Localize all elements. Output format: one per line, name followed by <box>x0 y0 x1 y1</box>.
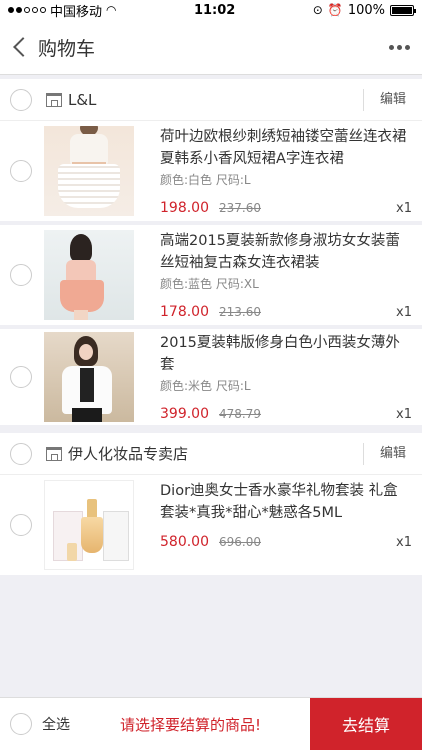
store-edit-button[interactable]: 编辑 <box>362 88 422 111</box>
store-edit-button[interactable]: 编辑 <box>362 442 422 465</box>
alarm-icon: ⏰ <box>327 3 343 17</box>
product-original-price: 237.60 <box>219 201 261 215</box>
product-title[interactable]: 高端2015夏装新款修身淑坊女女装蕾丝短袖复古森女连衣裙装 <box>160 230 412 274</box>
battery-percent: 100% <box>347 2 385 18</box>
item-select-radio[interactable] <box>10 514 32 536</box>
page-title: 购物车 <box>38 37 96 60</box>
store-select-radio[interactable] <box>10 88 32 111</box>
product-image[interactable] <box>44 126 134 216</box>
product-image[interactable] <box>44 332 134 422</box>
product-image[interactable] <box>44 480 134 570</box>
checkout-bar: 全选 请选择要结算的商品! 去结算 <box>0 697 422 750</box>
nav-bar: 购物车 <box>0 20 422 75</box>
store-select-radio[interactable] <box>10 442 32 465</box>
orientation-lock-icon: ⊙ <box>312 3 323 17</box>
checkout-button[interactable]: 去结算 <box>310 698 422 750</box>
more-icon[interactable] <box>389 44 410 50</box>
item-select-radio[interactable] <box>10 160 32 182</box>
product-original-price: 696.00 <box>219 535 261 549</box>
product-price: 178.00 <box>160 304 209 320</box>
product-title[interactable]: 2015夏装韩版修身白色小西装女薄外套 <box>160 332 412 376</box>
status-time: 11:02 <box>193 2 236 18</box>
product-spec: 颜色:米色 尺码:L <box>160 379 251 393</box>
cart-item[interactable]: 2015夏装韩版修身白色小西装女薄外套 颜色:米色 尺码:L 399.00 47… <box>0 329 422 433</box>
back-icon[interactable] <box>13 37 33 57</box>
battery-icon <box>389 4 416 16</box>
store-icon <box>46 92 62 107</box>
product-spec: 颜色:蓝色 尺码:XL <box>160 277 259 291</box>
product-title[interactable]: Dior迪奥女士香水豪华礼物套装 礼盒套装*真我*甜心*魅惑各5ML <box>160 480 412 524</box>
product-original-price: 213.60 <box>219 305 261 319</box>
product-price: 580.00 <box>160 534 209 550</box>
store-icon <box>46 446 62 461</box>
store-header: 伊人化妆品专卖店 编辑 <box>0 433 422 475</box>
carrier-label: 中国移动 <box>50 4 103 20</box>
wifi-icon: ◠ <box>106 3 117 17</box>
product-quantity: x1 <box>396 201 412 216</box>
store-name: L&L <box>68 90 97 109</box>
product-price: 399.00 <box>160 406 209 422</box>
product-original-price: 478.79 <box>219 407 261 421</box>
store-name: 伊人化妆品专卖店 <box>68 445 189 463</box>
cart-item[interactable]: Dior迪奥女士香水豪华礼物套装 礼盒套装*真我*甜心*魅惑各5ML 580.0… <box>0 475 422 579</box>
status-bar: 中国移动 ◠ 11:02 ⊙ ⏰ 100% <box>0 0 422 20</box>
cart-item[interactable]: 高端2015夏装新款修身淑坊女女装蕾丝短袖复古森女连衣裙装 颜色:蓝色 尺码:X… <box>0 225 422 329</box>
checkout-message: 请选择要结算的商品! <box>120 715 262 734</box>
select-all-radio[interactable] <box>10 713 32 735</box>
product-quantity: x1 <box>396 407 412 422</box>
item-select-radio[interactable] <box>10 366 32 388</box>
product-spec: 颜色:白色 尺码:L <box>160 173 251 187</box>
product-quantity: x1 <box>396 535 412 550</box>
product-quantity: x1 <box>396 305 412 320</box>
item-select-radio[interactable] <box>10 264 32 286</box>
select-all-label: 全选 <box>42 717 70 733</box>
product-image[interactable] <box>44 230 134 320</box>
product-title[interactable]: 荷叶边欧根纱刺绣短袖镂空蕾丝连衣裙 夏韩系小香风短裙A字连衣裙 <box>160 126 412 170</box>
store-header: L&L 编辑 <box>0 79 422 121</box>
signal-icon <box>8 7 46 13</box>
select-all-control[interactable]: 全选 <box>0 713 70 735</box>
product-price: 198.00 <box>160 200 209 216</box>
cart-item[interactable]: 荷叶边欧根纱刺绣短袖镂空蕾丝连衣裙 夏韩系小香风短裙A字连衣裙 颜色:白色 尺码… <box>0 121 422 225</box>
